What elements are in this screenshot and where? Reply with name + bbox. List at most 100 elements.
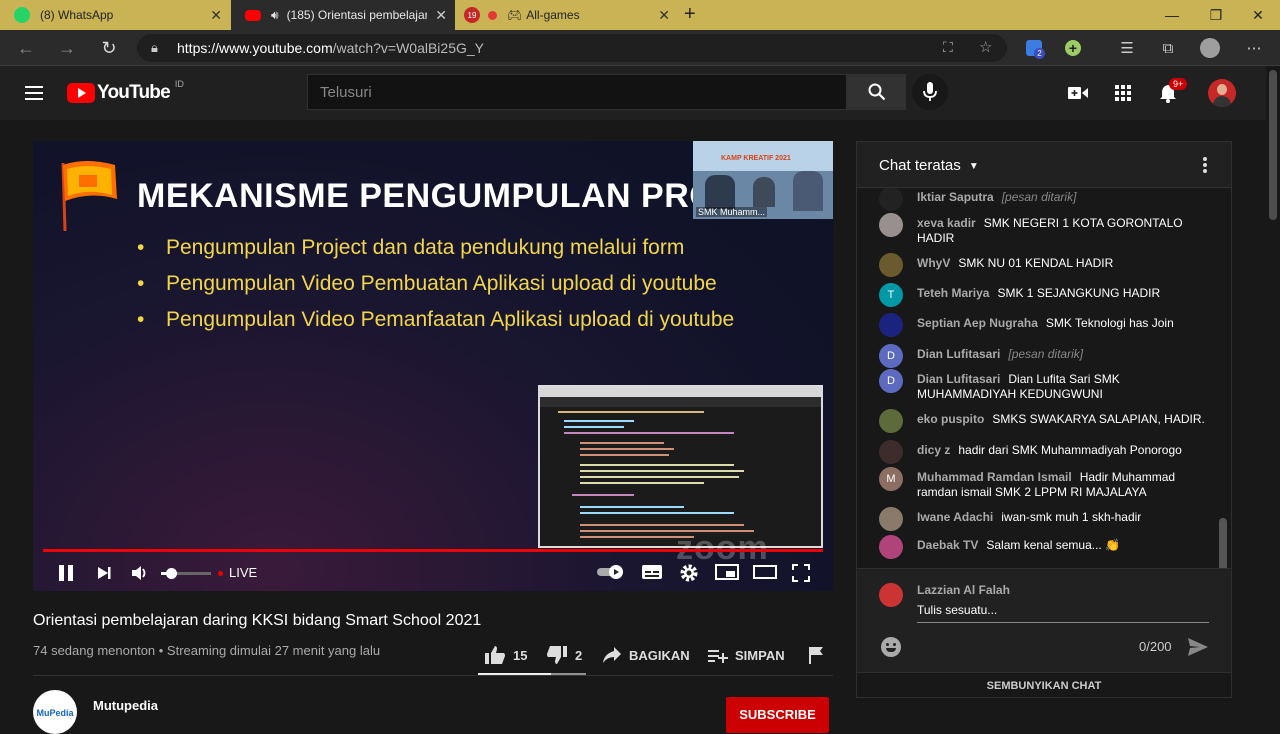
new-tab-button[interactable]: + — [684, 3, 696, 26]
chat-author-name[interactable]: Muhammad Ramdan Ismail — [917, 470, 1072, 484]
chat-author-avatar[interactable]: M — [879, 467, 903, 491]
page-scrollbar[interactable] — [1266, 66, 1280, 719]
progress-bar[interactable] — [43, 549, 823, 552]
save-button[interactable]: SIMPAN — [708, 644, 785, 666]
chat-message-body: Septian Aep Nugraha SMK Teknologi has Joi… — [917, 316, 1207, 331]
close-window-icon[interactable]: ✕ — [1236, 0, 1280, 30]
share-button[interactable]: BAGIKAN — [602, 644, 690, 666]
search-button[interactable] — [847, 74, 906, 110]
report-button[interactable] — [808, 644, 824, 666]
chat-message-text: SMK NU 01 KENDAL HADIR — [958, 256, 1114, 270]
search-input[interactable]: Telusuri — [307, 74, 847, 110]
chat-author-name[interactable]: eko puspito — [917, 412, 984, 426]
apps-grid-icon[interactable] — [1115, 85, 1131, 101]
avatar[interactable] — [1208, 79, 1236, 107]
add-extension-icon[interactable]: + — [1063, 38, 1083, 58]
chat-message-body: xeva kadir SMK NEGERI 1 KOTA GORONTALO HA… — [917, 216, 1207, 246]
next-button[interactable] — [95, 563, 113, 583]
forward-icon[interactable]: → — [54, 36, 80, 60]
create-video-icon[interactable] — [1068, 86, 1088, 105]
chat-author-avatar[interactable] — [879, 535, 903, 559]
chat-author-name[interactable]: Dian Lufitasari — [917, 372, 1000, 386]
voice-search-button[interactable] — [912, 74, 948, 110]
emoji-icon[interactable] — [881, 637, 901, 657]
refresh-icon[interactable]: ↻ — [96, 36, 122, 60]
restore-icon[interactable]: ❐ — [1194, 0, 1238, 30]
translate-icon[interactable]: ⛶ — [943, 39, 953, 56]
collections-icon[interactable]: ⧉ — [1158, 38, 1178, 58]
speaker-icon[interactable]: 🔊︎ — [271, 8, 279, 23]
video-title: Orientasi pembelajaran daring KKSI bidan… — [33, 612, 482, 629]
channel-name[interactable]: Mutupedia — [93, 698, 158, 713]
slide-bullet: Pengumpulan Project dan data pendukung m… — [137, 236, 684, 260]
bullet-text: Pengumpulan Project dan data pendukung m… — [166, 236, 685, 259]
minimize-icon[interactable]: — — [1150, 0, 1194, 30]
favorite-star-icon[interactable]: ☆ — [979, 38, 992, 56]
flag-logo — [61, 161, 117, 232]
subscribe-button[interactable]: SUBSCRIBE — [726, 697, 829, 733]
chat-author-avatar[interactable] — [879, 313, 903, 337]
chat-message-body: Daebak TV Salam kenal semua... 👏 — [917, 538, 1207, 553]
chat-scrollbar[interactable] — [1219, 518, 1227, 568]
chat-author-avatar[interactable] — [879, 188, 903, 211]
fullscreen-button[interactable] — [791, 563, 811, 583]
favorites-icon[interactable]: ☰ — [1117, 38, 1137, 58]
chat-author-avatar[interactable]: T — [879, 283, 903, 307]
more-menu-icon[interactable]: ⋯ — [1244, 38, 1264, 58]
chat-author-avatar[interactable] — [879, 253, 903, 277]
chat-author-name[interactable]: Dian Lufitasari — [917, 347, 1000, 361]
tab-title: (8) WhatsApp — [40, 8, 114, 22]
subtitles-button[interactable] — [641, 563, 663, 581]
chat-author-avatar[interactable] — [879, 213, 903, 237]
dislike-button[interactable]: 2 — [546, 644, 582, 666]
search-placeholder: Telusuri — [320, 84, 372, 101]
zoom-participant-thumbnail: KAMP KREATIF 2021 SMK Muhamm... — [693, 141, 833, 219]
hide-chat-button[interactable]: SEMBUNYIKAN CHAT — [857, 672, 1231, 698]
chat-author-name[interactable]: WhyV — [917, 256, 950, 270]
tab-all-games[interactable]: 19 🎮︎ All-games ✕ — [456, 0, 678, 30]
like-button[interactable]: 15 — [484, 644, 527, 666]
thumbnail-banner-text: KAMP KREATIF 2021 — [721, 155, 791, 162]
close-tab-icon[interactable]: ✕ — [210, 7, 222, 24]
profile-icon[interactable] — [1200, 38, 1220, 58]
tab-whatsapp[interactable]: (8) WhatsApp ✕ — [0, 0, 230, 30]
chat-author-name[interactable]: Teteh Mariya — [917, 286, 989, 300]
mute-button[interactable] — [130, 563, 150, 583]
hamburger-menu-icon[interactable] — [25, 86, 43, 100]
send-button[interactable] — [1187, 637, 1209, 662]
channel-logo[interactable]: MuPedia — [33, 690, 77, 734]
chat-author-avatar[interactable]: D — [879, 369, 903, 393]
chat-author-avatar[interactable]: D — [879, 344, 903, 368]
chat-author-avatar[interactable] — [879, 440, 903, 464]
chat-author-name[interactable]: Daebak TV — [917, 538, 978, 552]
chat-mode-dropdown[interactable]: Chat teratas ▼ — [879, 157, 979, 174]
chat-author-name[interactable]: Iwane Adachi — [917, 510, 993, 524]
settings-button[interactable] — [679, 563, 699, 583]
chat-author-avatar[interactable] — [879, 507, 903, 531]
region-code: ID — [174, 79, 184, 89]
volume-slider[interactable] — [161, 568, 211, 579]
miniplayer-button[interactable] — [715, 563, 739, 581]
live-label[interactable]: LIVE — [229, 565, 257, 580]
extension-icon[interactable]: 2 — [1024, 38, 1045, 59]
chat-message-input[interactable]: Tulis sesuatu... — [917, 603, 1209, 623]
chat-author-avatar[interactable] — [879, 409, 903, 433]
chat-author-name[interactable]: Septian Aep Nugraha — [917, 316, 1038, 330]
volume-slider-knob[interactable] — [166, 568, 177, 579]
close-tab-icon[interactable]: ✕ — [658, 7, 670, 24]
pause-button[interactable] — [55, 563, 77, 583]
chat-more-options-icon[interactable] — [1203, 157, 1207, 173]
chat-author-name[interactable]: xeva kadir — [917, 216, 976, 230]
autoplay-toggle[interactable] — [596, 563, 626, 581]
youtube-logo[interactable]: YouTube ID — [67, 79, 184, 104]
chat-author-name[interactable]: Iktiar Saputra — [917, 190, 994, 204]
notifications-bell-icon[interactable]: 9+ — [1159, 78, 1188, 108]
close-tab-icon[interactable]: ✕ — [435, 7, 447, 24]
chat-author-name[interactable]: dicy z — [917, 443, 950, 457]
video-player[interactable]: MEKANISME PENGUMPULAN PRO Pengumpulan Pr… — [33, 141, 833, 591]
theater-mode-button[interactable] — [753, 563, 777, 581]
address-bar[interactable]: 🔒︎ https://www.youtube.com/watch?v=W0alB… — [137, 34, 1007, 62]
chat-message-text: SMK 1 SEJANGKUNG HADIR — [997, 286, 1161, 300]
tab-youtube[interactable]: 🔊︎ (185) Orientasi pembelajara ✕ — [231, 0, 455, 30]
back-icon[interactable]: ← — [13, 36, 39, 60]
